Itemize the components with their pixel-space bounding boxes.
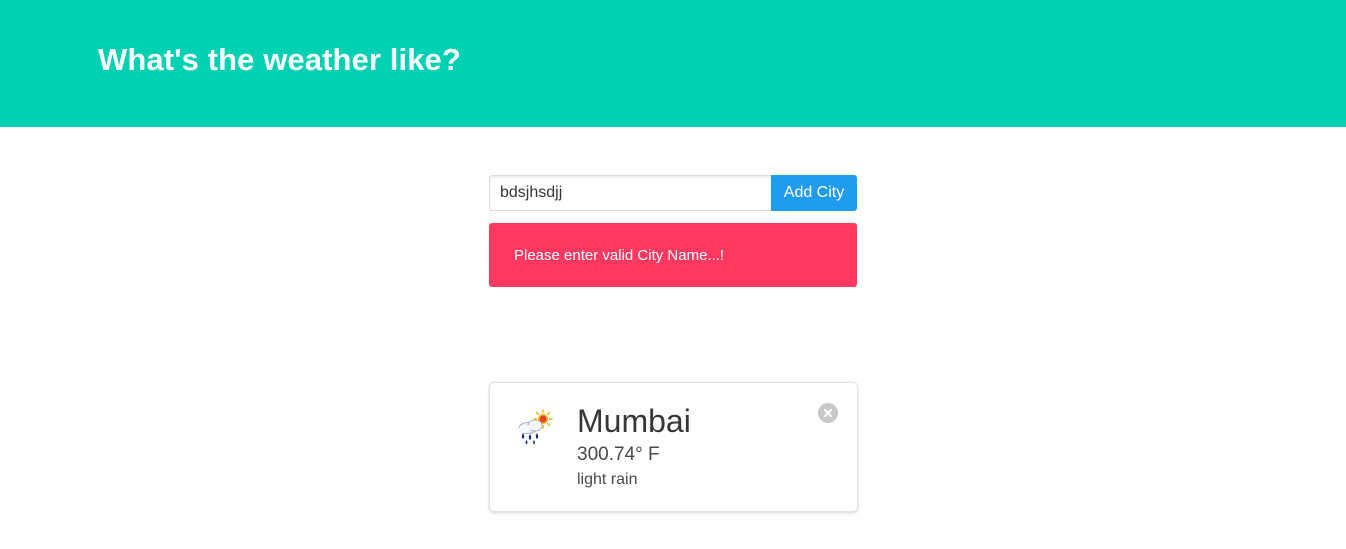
weather-card: Mumbai 300.74° F light rain [489,382,858,512]
error-message: Please enter valid City Name...! [514,246,725,264]
add-city-button[interactable]: Add City [771,175,857,211]
header-banner: What's the weather like? [0,0,1346,127]
light-rain-icon [518,409,553,445]
remove-city-button[interactable] [818,403,838,423]
close-icon [824,409,832,417]
weather-description: light rain [577,471,638,488]
error-notification: Please enter valid City Name...! [489,223,857,287]
page-title: What's the weather like? [98,42,461,77]
add-city-form: Add City [489,175,857,211]
city-name: Mumbai [577,403,691,439]
city-input[interactable] [489,175,771,211]
temperature: 300.74° F [577,444,660,465]
